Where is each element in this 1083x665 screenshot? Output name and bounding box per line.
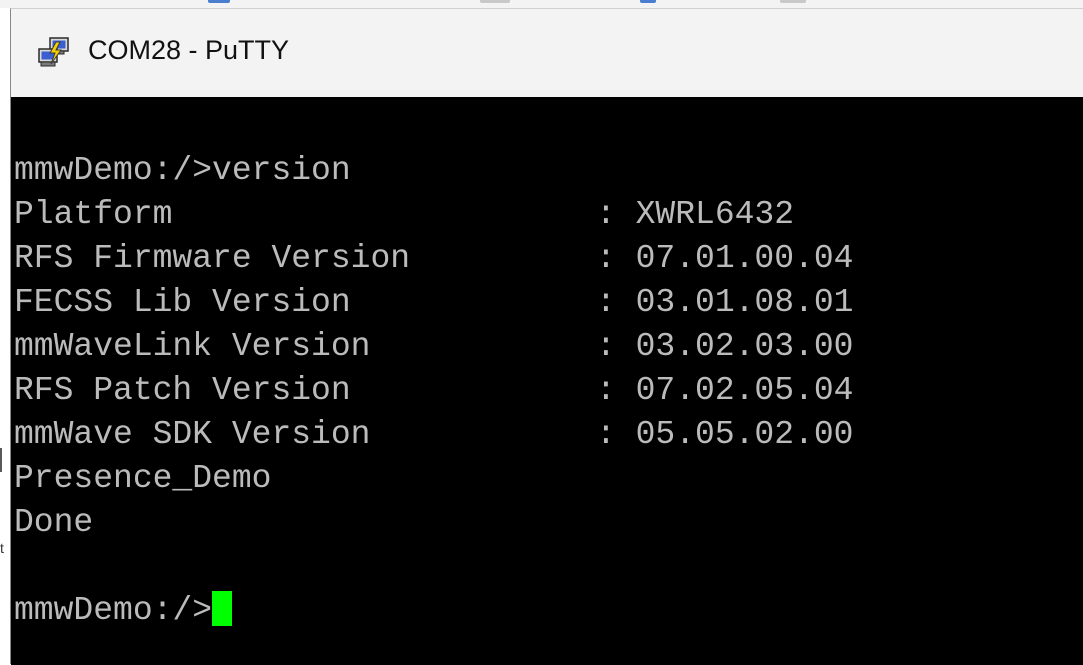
background-window-mark bbox=[780, 0, 806, 3]
version-row-value: 03.02.03.00 bbox=[635, 328, 854, 365]
version-row-value: XWRL6432 bbox=[635, 196, 795, 233]
version-row-label: RFS Patch Version bbox=[14, 372, 351, 409]
version-row: RFS Patch Version: 07.02.05.04 bbox=[14, 369, 853, 413]
version-row-label: mmWaveLink Version bbox=[14, 328, 371, 365]
version-row-separator: : bbox=[596, 196, 636, 233]
version-row-value: 07.01.00.04 bbox=[635, 240, 854, 277]
terminal-command-line: mmwDemo:/>version bbox=[14, 152, 351, 189]
version-row-separator: : bbox=[596, 416, 636, 453]
version-row-label: mmWave SDK Version bbox=[14, 416, 371, 453]
terminal-done-line: Done bbox=[14, 504, 94, 541]
background-window-mark bbox=[208, 0, 230, 3]
version-row-separator: : bbox=[596, 328, 636, 365]
window-title: COM28 - PuTTY bbox=[88, 35, 290, 65]
version-row: RFS Firmware Version: 07.01.00.04 bbox=[14, 237, 853, 281]
title-bar[interactable]: COM28 - PuTTY bbox=[11, 9, 1083, 97]
terminal-cursor[interactable] bbox=[212, 591, 233, 626]
background-window-edge: t bbox=[0, 8, 10, 664]
version-row: mmWave SDK Version: 05.05.02.00 bbox=[14, 413, 853, 457]
background-edge-line bbox=[0, 448, 2, 472]
terminal-prompt: mmwDemo:/> bbox=[14, 592, 213, 629]
version-row-separator: : bbox=[596, 372, 636, 409]
terminal-demo-line: Presence_Demo bbox=[14, 460, 272, 497]
terminal-prompt-line: mmwDemo:/> bbox=[14, 589, 233, 633]
terminal-area[interactable]: mmwDemo:/>version Platform: XWRL6432 RFS… bbox=[11, 97, 1083, 665]
version-row: Platform: XWRL6432 bbox=[14, 193, 794, 237]
version-row-value: 07.02.05.04 bbox=[635, 372, 854, 409]
putty-window: COM28 - PuTTY mmwDemo:/>version Platform… bbox=[10, 8, 1083, 665]
version-row: mmWaveLink Version: 03.02.03.00 bbox=[14, 325, 853, 369]
version-row-value: 03.01.08.01 bbox=[635, 284, 854, 321]
version-row-separator: : bbox=[596, 284, 636, 321]
version-row-value: 05.05.02.00 bbox=[635, 416, 854, 453]
background-window-mark bbox=[640, 0, 656, 3]
version-row-label: RFS Firmware Version bbox=[14, 240, 411, 277]
version-row: FECSS Lib Version: 03.01.08.01 bbox=[14, 281, 853, 325]
putty-icon bbox=[38, 37, 69, 67]
version-row-label: Platform bbox=[14, 196, 173, 233]
background-edge-text: t bbox=[0, 540, 4, 556]
version-row-separator: : bbox=[596, 240, 636, 277]
background-window-strip bbox=[0, 0, 1083, 8]
version-row-label: FECSS Lib Version bbox=[14, 284, 351, 321]
background-window-mark bbox=[480, 0, 510, 3]
